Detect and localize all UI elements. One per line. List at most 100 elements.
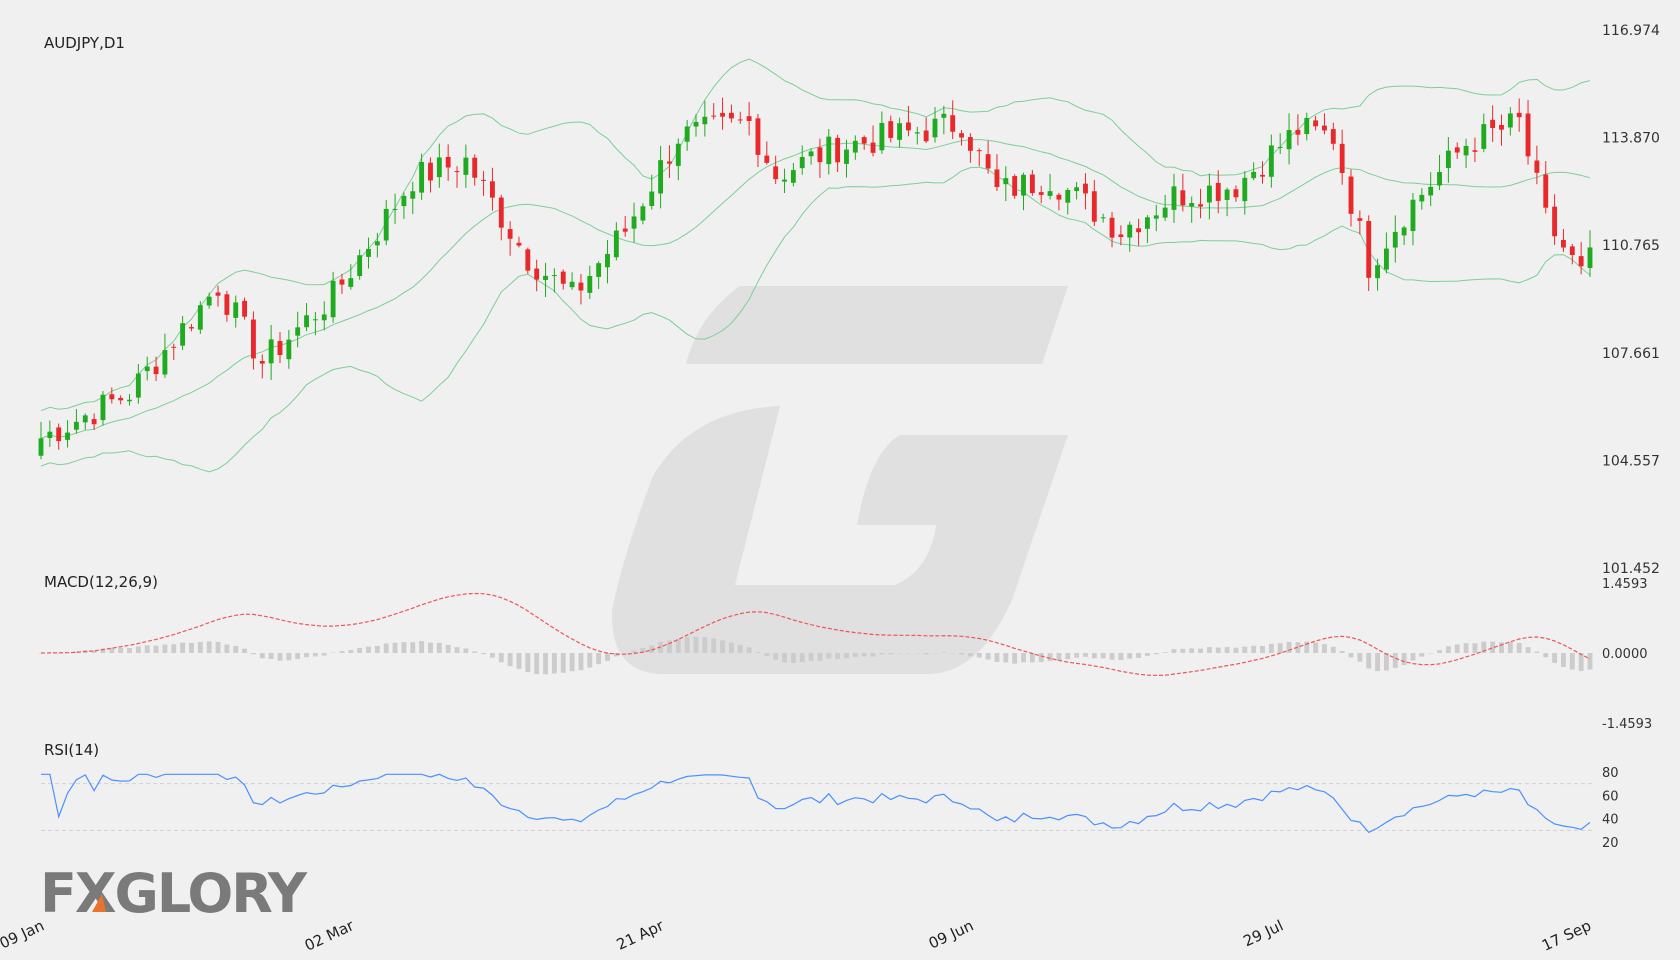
macd-histogram-bar xyxy=(1366,653,1372,669)
macd-histogram-bar xyxy=(1534,651,1540,653)
macd-histogram-bar xyxy=(1215,647,1221,653)
candle-body xyxy=(755,118,761,155)
candle-body xyxy=(206,296,212,306)
macd-histogram-bar xyxy=(1136,653,1142,658)
candle-body xyxy=(259,361,265,364)
candle-body xyxy=(1215,182,1221,201)
candle-body xyxy=(1410,199,1416,232)
macd-histogram-bar xyxy=(711,638,717,653)
candle-body xyxy=(932,118,938,138)
candle-body xyxy=(144,366,150,372)
macd-histogram-bar xyxy=(321,653,327,656)
candle-body xyxy=(268,339,274,364)
macd-y-tick-label: 0.0000 xyxy=(1602,647,1648,662)
macd-histogram-bar xyxy=(1162,652,1168,653)
candle-body xyxy=(1516,112,1522,118)
macd-histogram-bar xyxy=(251,653,256,655)
macd-histogram-bar xyxy=(923,653,929,655)
candle-body xyxy=(410,191,416,199)
rsi-y-tick-label: 20 xyxy=(1602,836,1619,851)
macd-histogram-bar xyxy=(1383,653,1389,671)
candle-body xyxy=(1472,150,1478,152)
candle xyxy=(525,247,531,274)
macd-histogram-bar xyxy=(118,647,124,653)
macd-histogram-bar xyxy=(445,644,451,653)
candle-body xyxy=(1383,248,1389,270)
candle-body xyxy=(1481,124,1487,149)
macd-histogram-bar xyxy=(1401,653,1407,666)
candle-body xyxy=(428,162,433,181)
macd-histogram-bar xyxy=(976,653,982,658)
price-y-tick-label: 116.974 xyxy=(1602,23,1660,39)
candle-body xyxy=(100,394,106,421)
macd-histogram-bar xyxy=(242,648,248,653)
candle-body xyxy=(242,300,248,317)
candle-body xyxy=(65,432,70,440)
macd-histogram-bar xyxy=(1153,653,1159,655)
rsi-y-tick-label: 40 xyxy=(1602,813,1619,828)
macd-histogram-bar xyxy=(1251,645,1257,653)
macd-histogram-bar xyxy=(684,637,690,653)
candle-body xyxy=(684,126,690,142)
candle-body xyxy=(153,366,159,375)
candle-body xyxy=(321,314,327,321)
price-y-tick-label: 107.661 xyxy=(1602,346,1660,362)
candle-body xyxy=(38,438,44,456)
macd-histogram-bar xyxy=(1029,653,1035,663)
candle-body xyxy=(543,275,548,280)
macd-histogram-bar xyxy=(1569,653,1575,670)
macd-histogram-bar xyxy=(534,653,540,675)
macd-histogram-bar xyxy=(1322,644,1327,653)
candle-body xyxy=(799,156,805,169)
macd-histogram-bar xyxy=(879,653,885,655)
macd-histogram-bar xyxy=(1587,653,1593,670)
candle-body xyxy=(374,241,380,246)
macd-histogram-bar xyxy=(808,653,814,661)
candle-body xyxy=(82,415,88,423)
macd-histogram-bar xyxy=(1543,653,1549,658)
macd-histogram-bar xyxy=(507,653,513,667)
candle-body xyxy=(1100,217,1106,219)
candle-body xyxy=(711,115,717,117)
candle-body xyxy=(445,156,451,168)
macd-histogram-bar xyxy=(401,642,407,653)
macd-histogram-bar xyxy=(463,648,469,653)
candle-body xyxy=(1490,119,1496,129)
candle-body xyxy=(985,154,991,169)
macd-histogram-bar xyxy=(605,653,610,661)
macd-histogram-bar xyxy=(357,647,363,653)
macd-histogram-bar xyxy=(1198,648,1203,653)
macd-histogram-bar xyxy=(498,653,504,663)
candle-body xyxy=(605,253,610,268)
candle-body xyxy=(180,323,186,346)
macd-histogram-bar xyxy=(374,645,380,653)
candle-body xyxy=(1552,206,1558,237)
candle-body xyxy=(622,228,628,232)
macd-histogram-bar xyxy=(994,653,1000,662)
candle-body xyxy=(1038,192,1044,195)
candle-body xyxy=(1056,194,1062,200)
candle-body xyxy=(1003,178,1009,185)
candle-body xyxy=(852,140,858,153)
macd-histogram-bar xyxy=(428,642,433,653)
macd-histogram-bar xyxy=(392,642,398,653)
macd-y-tick-label: 1.4593 xyxy=(1602,577,1648,592)
candle-body xyxy=(1065,189,1071,203)
macd-histogram-bar xyxy=(277,653,283,661)
macd-histogram-bar xyxy=(1021,653,1026,663)
brand-logo: FXGLORY xyxy=(40,862,310,925)
macd-histogram-bar xyxy=(1056,653,1062,661)
candle-body xyxy=(1419,194,1425,202)
candle-body xyxy=(277,340,283,356)
rsi-y-tick-label: 60 xyxy=(1602,789,1619,804)
candle-body xyxy=(1153,215,1159,219)
macd-histogram-bar xyxy=(773,653,779,660)
candle-body xyxy=(383,208,389,241)
macd-histogram-bar xyxy=(1091,653,1097,659)
macd-histogram-bar xyxy=(295,653,301,660)
candle xyxy=(197,301,203,334)
macd-histogram-bar xyxy=(286,653,292,661)
candle-body xyxy=(1330,129,1336,144)
macd-histogram-bar xyxy=(1437,649,1442,653)
candle-body xyxy=(959,133,964,138)
